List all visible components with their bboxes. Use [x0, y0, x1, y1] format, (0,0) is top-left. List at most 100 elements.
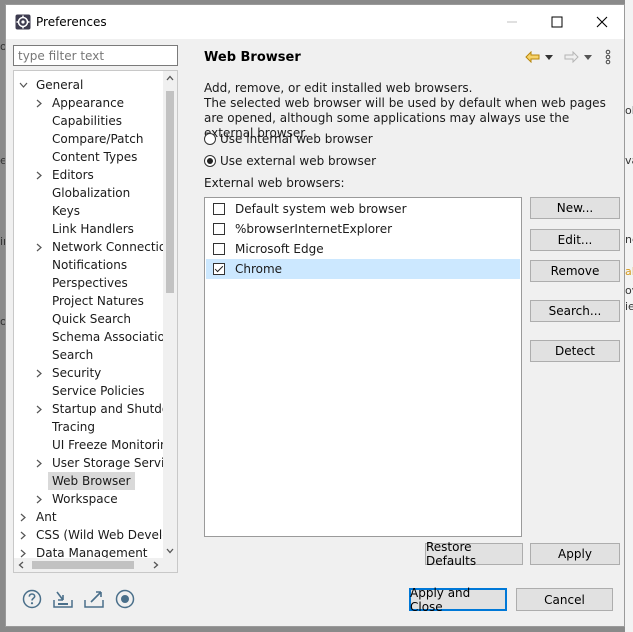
- scroll-down-arrow[interactable]: [163, 544, 177, 558]
- cancel-button[interactable]: Cancel: [516, 588, 613, 611]
- preferences-tree[interactable]: General Appearance Capabilities Compare/Pat…: [13, 70, 178, 573]
- browser-row[interactable]: %browserInternetExplorer: [206, 219, 520, 239]
- internal-browser-radio[interactable]: Use internal web browser: [204, 131, 373, 147]
- chevron-right-icon[interactable]: [34, 364, 44, 382]
- restore-defaults-button[interactable]: Restore Defaults: [425, 540, 523, 568]
- scroll-up-arrow[interactable]: [163, 71, 177, 85]
- tree-item[interactable]: Service Policies: [34, 382, 149, 400]
- browser-checkbox[interactable]: [213, 223, 225, 235]
- tree-item[interactable]: Web Browser: [34, 472, 135, 490]
- more-options-icon: [605, 49, 611, 65]
- help-button[interactable]: [21, 588, 43, 610]
- external-browsers-label: External web browsers:: [204, 176, 345, 190]
- title-bar: Preferences: [6, 5, 624, 39]
- maximize-icon: [551, 16, 563, 28]
- chevron-right-icon[interactable]: [18, 526, 28, 544]
- tree-item[interactable]: Schema Associations: [34, 328, 169, 346]
- radio-button[interactable]: [204, 133, 216, 145]
- tree-item[interactable]: Content Types: [34, 148, 141, 166]
- tree-item[interactable]: Globalization: [34, 184, 134, 202]
- tree-item[interactable]: Notifications: [34, 256, 131, 274]
- minimize-icon: [507, 21, 517, 23]
- back-button[interactable]: [524, 49, 540, 65]
- tree-item[interactable]: Project Natures: [34, 292, 148, 310]
- close-button[interactable]: [579, 5, 625, 39]
- tree-item[interactable]: Network Connection: [34, 238, 169, 256]
- chevron-right-icon[interactable]: [34, 238, 44, 256]
- scrollbar-thumb[interactable]: [32, 561, 134, 569]
- browser-row[interactable]: Microsoft Edge: [206, 239, 520, 259]
- radio-button[interactable]: [204, 155, 216, 167]
- tree-item[interactable]: UI Freeze Monitoring: [34, 436, 169, 454]
- browser-name: Microsoft Edge: [235, 242, 324, 256]
- browser-checkbox[interactable]: [213, 263, 225, 275]
- tree-item-label: Web Browser: [48, 472, 135, 490]
- browser-row[interactable]: Chrome: [206, 259, 520, 279]
- tree-horizontal-scrollbar[interactable]: [14, 558, 177, 572]
- maximize-button[interactable]: [534, 5, 580, 39]
- tree-item-label: Appearance: [52, 96, 125, 110]
- apply-and-close-button[interactable]: Apply and Close: [409, 586, 507, 614]
- remove-button[interactable]: Remove: [530, 260, 620, 282]
- tree-item[interactable]: General: [18, 76, 87, 94]
- forward-history-dropdown[interactable]: [583, 49, 593, 65]
- filter-input[interactable]: [13, 45, 178, 66]
- scrollbar-thumb[interactable]: [166, 91, 174, 293]
- detect-button[interactable]: Detect: [530, 340, 620, 362]
- tree-item[interactable]: Capabilities: [34, 112, 126, 130]
- tree-item[interactable]: Editors: [34, 166, 98, 184]
- tree-item[interactable]: Security: [34, 364, 105, 382]
- tree-item[interactable]: Compare/Patch: [34, 130, 147, 148]
- tree-item-label: Content Types: [52, 150, 138, 164]
- tree-item[interactable]: Data Management: [18, 544, 152, 558]
- chevron-right-icon[interactable]: [34, 454, 44, 472]
- tree-item[interactable]: Ant: [18, 508, 61, 526]
- forward-button[interactable]: [563, 49, 579, 65]
- new-button[interactable]: New...: [530, 197, 620, 219]
- export-button[interactable]: [83, 588, 105, 610]
- tree-item[interactable]: Startup and Shutdown: [34, 400, 169, 418]
- tree-vertical-scrollbar[interactable]: [163, 71, 177, 558]
- chevron-right-icon[interactable]: [18, 544, 28, 558]
- tree-item[interactable]: User Storage Service: [34, 454, 169, 472]
- record-button[interactable]: [114, 588, 136, 610]
- search-button[interactable]: Search...: [530, 300, 620, 322]
- tree-item[interactable]: CSS (Wild Web Developer): [18, 526, 169, 544]
- background-text: al: [625, 265, 633, 278]
- tree-item[interactable]: Quick Search: [34, 310, 135, 328]
- scroll-left-arrow[interactable]: [14, 558, 28, 572]
- import-button[interactable]: [52, 588, 74, 610]
- radio-label: Use external web browser: [220, 154, 377, 168]
- browser-checkbox[interactable]: [213, 203, 225, 215]
- scroll-right-arrow[interactable]: [149, 558, 163, 572]
- chevron-right-icon[interactable]: [34, 490, 44, 508]
- help-icon: [22, 589, 42, 609]
- tree-item-label: Quick Search: [52, 312, 131, 326]
- tree-item[interactable]: Tracing: [34, 418, 99, 436]
- tree-item-label: Project Natures: [52, 294, 144, 308]
- apply-button[interactable]: Apply: [530, 543, 620, 565]
- back-history-dropdown[interactable]: [544, 49, 554, 65]
- browser-row[interactable]: Default system web browser: [206, 199, 520, 219]
- tree-item[interactable]: Perspectives: [34, 274, 132, 292]
- chevron-down-icon[interactable]: [18, 76, 28, 94]
- browser-list[interactable]: Default system web browser %browserIntern…: [204, 197, 522, 537]
- back-arrow-icon: [524, 51, 539, 63]
- chevron-right-icon[interactable]: [34, 94, 44, 112]
- tree-item[interactable]: Link Handlers: [34, 220, 138, 238]
- dropdown-arrow-icon: [584, 54, 592, 60]
- external-browser-radio[interactable]: Use external web browser: [204, 153, 376, 169]
- tree-item[interactable]: Workspace: [34, 490, 122, 508]
- chevron-right-icon[interactable]: [34, 400, 44, 418]
- minimize-button[interactable]: [489, 5, 535, 39]
- tree-item-label: UI Freeze Monitoring: [52, 438, 169, 452]
- tree-item[interactable]: Keys: [34, 202, 84, 220]
- edit-button[interactable]: Edit...: [530, 229, 620, 251]
- browser-checkbox[interactable]: [213, 243, 225, 255]
- chevron-right-icon[interactable]: [34, 166, 44, 184]
- tree-item[interactable]: Search: [34, 346, 97, 364]
- tree-item[interactable]: Appearance: [34, 94, 128, 112]
- chevron-right-icon[interactable]: [18, 508, 28, 526]
- tree-item-label: Startup and Shutdown: [52, 402, 169, 416]
- view-menu-button[interactable]: [603, 49, 613, 65]
